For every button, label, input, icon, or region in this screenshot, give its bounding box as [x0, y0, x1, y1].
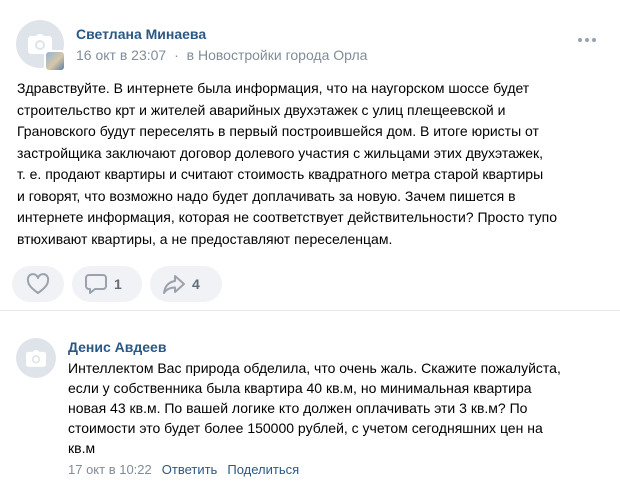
comment-meta: 17 окт в 10:22 Ответить Поделиться — [68, 462, 299, 477]
post-text-line: застройщика заключают договор долевого у… — [17, 144, 544, 161]
comment-text-line: стоимости это будет более 150000 рублей,… — [68, 420, 543, 436]
post-text-line: и говорят, что возможно надо будет допла… — [17, 187, 516, 204]
comments-count: 1 — [114, 276, 122, 292]
comment-icon — [85, 274, 107, 294]
comment-text: Интеллектом Вас природа обделила, что оч… — [68, 358, 608, 458]
post-text: Здравствуйте. В интернете была информаци… — [17, 78, 607, 250]
post-actions: 1 4 — [12, 266, 222, 302]
post-text-line: Грановского будут переселять в первый по… — [17, 123, 539, 139]
meta-separator: · — [174, 47, 179, 63]
heart-icon — [26, 273, 50, 294]
comment-text-line: если у собственника была квартира 40 кв.… — [68, 380, 532, 396]
post-text-line: интернете информация, которая не соответ… — [17, 209, 557, 225]
post-text-line: т. е. продают квартиры и считают стоимос… — [17, 166, 544, 182]
post-text-line: строительство крт и жителей аварийных дв… — [17, 101, 506, 118]
shares-count: 4 — [192, 276, 200, 292]
post-text-line: втюхивают квартиры, а не предоставляют п… — [17, 230, 393, 247]
share-link[interactable]: Поделиться — [227, 462, 299, 477]
post-text-line: Здравствуйте. В интернете была информаци… — [17, 80, 530, 96]
share-button[interactable]: 4 — [150, 266, 222, 302]
post-date[interactable]: 16 окт в 23:07 — [76, 47, 166, 63]
comment-date[interactable]: 17 окт в 10:22 — [68, 462, 152, 477]
comment-text-line: кв.м — [68, 440, 96, 456]
reply-link[interactable]: Ответить — [162, 462, 218, 477]
group-prefix: в — [186, 47, 195, 63]
group-link[interactable]: Новостройки города Орла — [198, 47, 367, 63]
more-horizontal-icon[interactable] — [578, 38, 596, 42]
group-avatar-icon — [44, 50, 66, 72]
comment-button[interactable]: 1 — [72, 266, 142, 302]
post-meta: 16 окт в 23:07 · в Новостройки города Ор… — [76, 47, 367, 63]
commenter-avatar[interactable] — [16, 338, 56, 378]
camera-icon — [26, 349, 46, 367]
comment-text-line: новая 43 кв.м. По вашей логике кто долже… — [68, 400, 528, 416]
comment-text-line: Интеллектом Вас природа обделила, что оч… — [68, 360, 561, 376]
share-arrow-icon — [163, 275, 185, 294]
like-button[interactable] — [12, 266, 64, 302]
comment-author-name[interactable]: Денис Авдеев — [68, 339, 166, 355]
post-card: Светлана Минаева 16 окт в 23:07 · в Ново… — [0, 0, 620, 311]
post-author-name[interactable]: Светлана Минаева — [76, 26, 206, 42]
